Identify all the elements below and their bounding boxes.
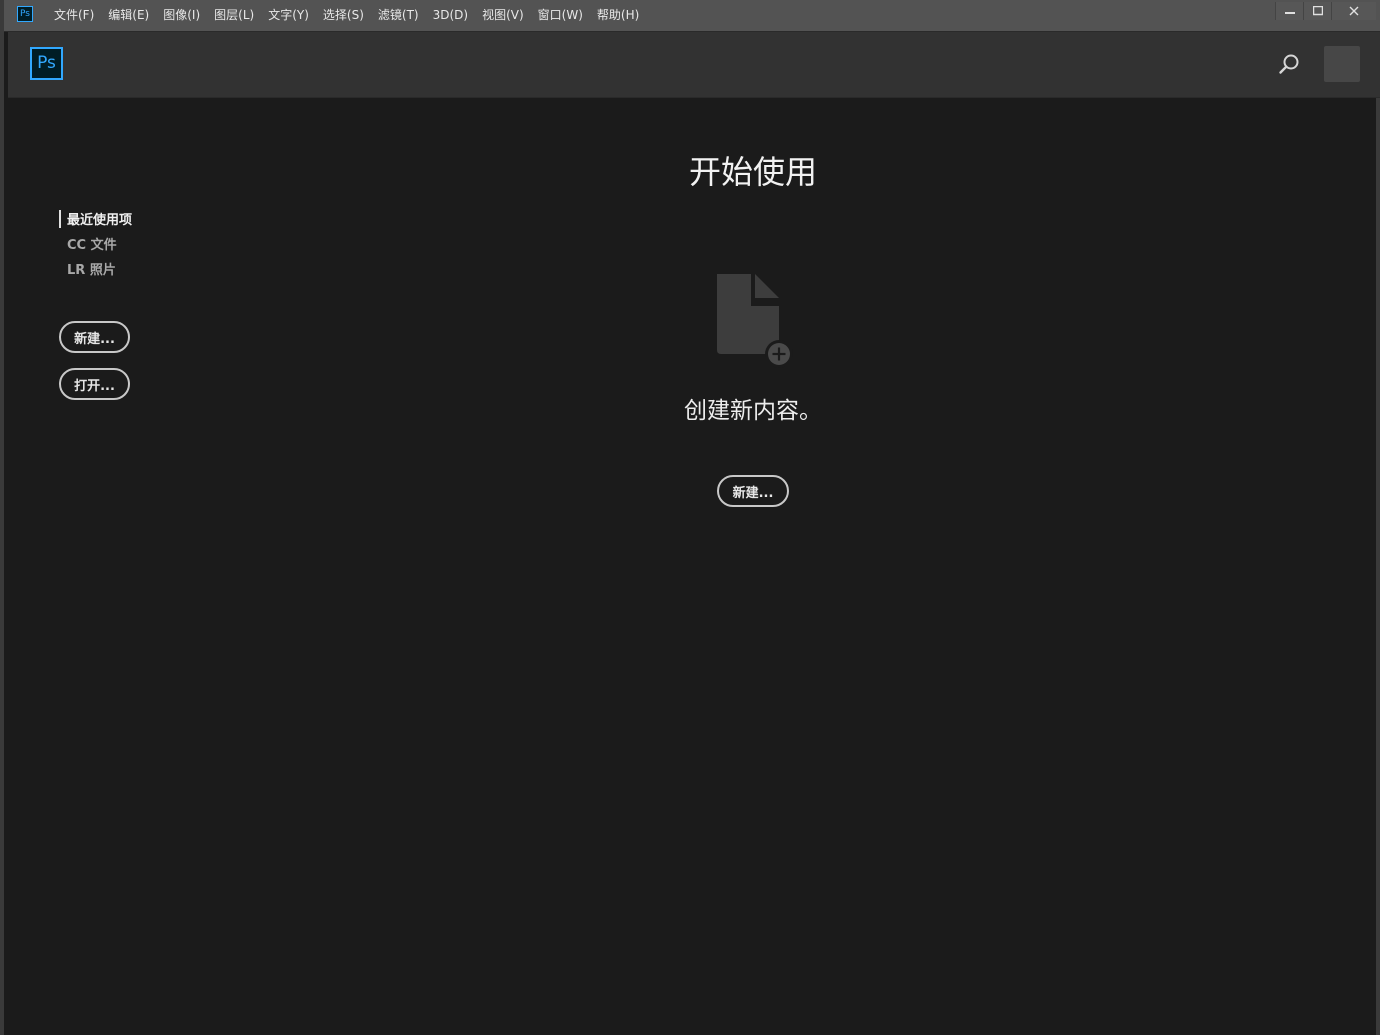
nav-item-lr-photos[interactable]: LR 照片 [59, 258, 132, 283]
menu-edit[interactable]: 编辑(E) [101, 0, 156, 31]
minimize-button[interactable] [1275, 2, 1303, 20]
new-button-sidebar[interactable]: 新建... [59, 321, 130, 353]
search-button[interactable] [1276, 51, 1302, 77]
create-message: 创建新内容。 [684, 398, 822, 424]
menu-window[interactable]: 窗口(W) [531, 0, 590, 31]
nav-item-cc-files[interactable]: CC 文件 [59, 233, 132, 258]
left-nav: 最近使用项 CC 文件 LR 照片 [59, 208, 132, 283]
main-menu: 文件(F) 编辑(E) 图像(I) 图层(L) 文字(Y) 选择(S) 滤镜(T… [47, 0, 646, 31]
menu-select[interactable]: 选择(S) [316, 0, 371, 31]
menu-help[interactable]: 帮助(H) [590, 0, 646, 31]
menu-layer[interactable]: 图层(L) [207, 0, 261, 31]
ps-logo[interactable]: Ps [30, 47, 63, 80]
photoshop-window: Ps 文件(F) 编辑(E) 图像(I) 图层(L) 文字(Y) 选择(S) 滤… [0, 0, 1380, 1035]
page-title: 开始使用 [688, 153, 817, 191]
menu-bar: Ps 文件(F) 编辑(E) 图像(I) 图层(L) 文字(Y) 选择(S) 滤… [4, 0, 1380, 32]
window-controls [1275, 2, 1376, 20]
open-button-sidebar[interactable]: 打开... [59, 368, 130, 400]
user-avatar[interactable] [1324, 46, 1360, 82]
new-document-icon [709, 270, 799, 370]
new-button-main[interactable]: 新建... [717, 475, 789, 507]
app-icon[interactable]: Ps [17, 6, 33, 22]
menu-file[interactable]: 文件(F) [47, 0, 101, 31]
home-header: Ps [8, 32, 1380, 98]
maximize-button[interactable] [1303, 2, 1331, 20]
close-button[interactable] [1331, 2, 1376, 20]
menu-view[interactable]: 视图(V) [475, 0, 531, 31]
close-icon [1349, 6, 1359, 16]
menu-type[interactable]: 文字(Y) [261, 0, 316, 31]
maximize-icon [1312, 6, 1323, 16]
menu-image[interactable]: 图像(I) [156, 0, 207, 31]
search-icon [1279, 54, 1299, 74]
menu-filter[interactable]: 滤镜(T) [371, 0, 426, 31]
nav-item-recent[interactable]: 最近使用项 [59, 208, 132, 233]
minimize-icon [1284, 12, 1295, 14]
menu-3d[interactable]: 3D(D) [426, 0, 475, 31]
